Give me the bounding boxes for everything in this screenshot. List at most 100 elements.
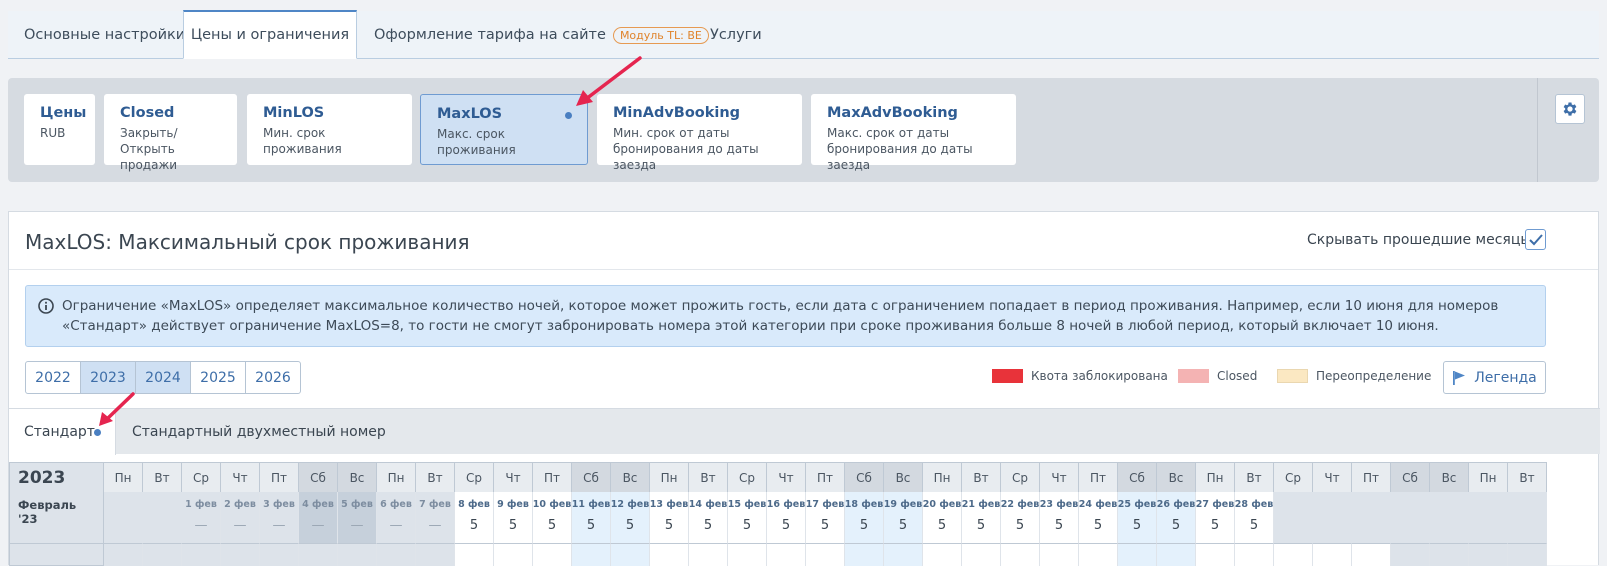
year-button-2026[interactable]: 2026 [245, 361, 301, 394]
calendar-grid: 2023 Пн Вт Ср Чт Пт Сб Вс Пн Вт Ср Чт Пт Сб Вс Пн Вт Ср Ч… [9, 462, 1547, 566]
calendar-day-cell[interactable]: 7 фев — [416, 492, 455, 544]
weekday-header-cell: Чт [1040, 463, 1079, 493]
calendar-day-cell[interactable]: 23 фев 5 [1040, 492, 1079, 544]
day-date: 28 фев [1234, 499, 1274, 510]
calendar-day-cell[interactable]: 4 фев — [299, 492, 338, 544]
calendar-day-cell[interactable]: 10 фев 5 [533, 492, 572, 544]
hide-past-months-checkbox[interactable] [1525, 229, 1546, 250]
weekday-header-cell: Пт [260, 463, 299, 493]
calendar-day-cell[interactable]: 16 фев 5 [767, 492, 806, 544]
weekday-header-cell: Пт [533, 463, 572, 493]
legend-button[interactable]: Легенда [1443, 361, 1546, 394]
day-date: 5 фев [341, 499, 373, 510]
day-value: 5 [664, 518, 674, 533]
calendar-cell [182, 544, 221, 566]
room-tab-standard-double[interactable]: Стандартный двухместный номер [132, 409, 386, 455]
year-selector: 2022 2023 2024 2025 2026 [25, 361, 301, 394]
weekday-header-cell: Ср [1274, 463, 1313, 493]
day-date: 10 фев [532, 499, 572, 510]
weekday-header-cell: Пт [1352, 463, 1391, 493]
calendar-day-cell[interactable]: 12 фев 5 [611, 492, 650, 544]
weekday-header-cell: Пн [650, 463, 689, 493]
tab-services[interactable]: Услуги [710, 11, 762, 59]
day-value: 5 [469, 518, 479, 533]
calendar-day-cell[interactable]: 3 фев — [260, 492, 299, 544]
year-button-2022[interactable]: 2022 [25, 361, 81, 394]
calendar-day-cell[interactable]: 11 фев 5 [572, 492, 611, 544]
day-value: 5 [781, 518, 791, 533]
restriction-card-minadvbooking[interactable]: MinAdvBooking Мин. срок от даты брониров… [597, 94, 802, 172]
calendar-day-cell[interactable]: 26 фев 5 [1157, 492, 1196, 544]
calendar-day-cell[interactable]: 25 фев 5 [1118, 492, 1157, 544]
day-value: — [233, 518, 247, 533]
calendar-day-cell[interactable]: 22 фев 5 [1001, 492, 1040, 544]
day-date: 2 фев [224, 499, 256, 510]
calendar-day-cell[interactable]: 21 фев 5 [962, 492, 1001, 544]
restriction-title: MaxLOS [437, 106, 503, 122]
weekday-header-cell: Вт [143, 463, 182, 493]
day-value: 5 [937, 518, 947, 533]
day-value: 5 [742, 518, 752, 533]
room-tab-standard[interactable]: Стандарт [9, 409, 116, 455]
next-month-row [9, 544, 1547, 566]
weekday-header-cell: Ср [1001, 463, 1040, 493]
calendar-day-cell[interactable]: 14 фев 5 [689, 492, 728, 544]
calendar-day-cell[interactable]: 5 фев — [338, 492, 377, 544]
calendar-cell [416, 544, 455, 566]
day-value: 5 [547, 518, 557, 533]
day-date: 14 фев [688, 499, 728, 510]
restriction-card-maxadvbooking[interactable]: MaxAdvBooking Макс. срок от даты брониро… [811, 94, 1016, 172]
restriction-card-minlos[interactable]: MinLOS Мин. срок проживания [247, 94, 412, 165]
tab-main-settings[interactable]: Основные настройки [24, 11, 185, 59]
calendar-cell [1430, 544, 1469, 566]
restriction-desc: RUB [40, 126, 66, 140]
year-button-2023[interactable]: 2023 [80, 361, 136, 394]
calendar-cell [806, 544, 845, 566]
calendar-cell [1469, 544, 1508, 566]
day-date: 20 фев [922, 499, 962, 510]
calendar-day-cell[interactable]: 1 фев — [182, 492, 221, 544]
calendar-cell [1118, 544, 1157, 566]
settings-button[interactable] [1555, 94, 1585, 124]
day-value: 5 [508, 518, 518, 533]
weekday-header-cell: Пн [1196, 463, 1235, 493]
calendar-day-cell[interactable]: 18 фев 5 [845, 492, 884, 544]
legend-label: Переопределение [1316, 369, 1432, 383]
calendar-day-cell[interactable]: 27 фев 5 [1196, 492, 1235, 544]
restriction-card-closed[interactable]: Closed Закрыть/Открыть продажи [104, 94, 237, 172]
calendar-cell [260, 544, 299, 566]
restriction-card-maxlos[interactable]: MaxLOS Макс. срок проживания [420, 94, 588, 165]
calendar-day-cell[interactable]: 8 фев 5 [455, 492, 494, 544]
restriction-type-panel: Цены RUB Closed Закрыть/Открыть продажи … [8, 78, 1599, 182]
info-icon [38, 298, 54, 314]
calendar-cell [494, 544, 533, 566]
calendar-day-cell[interactable]: 15 фев 5 [728, 492, 767, 544]
calendar-day-cell[interactable]: 13 фев 5 [650, 492, 689, 544]
tab-prices-restrictions[interactable]: Цены и ограничения [183, 10, 357, 59]
day-date: 9 фев [497, 499, 529, 510]
year-button-2025[interactable]: 2025 [190, 361, 246, 394]
weekday-header-cell: Вт [689, 463, 728, 493]
weekday-header-cell: Вс [884, 463, 923, 493]
info-box: Ограничение «MaxLOS» определяет максимал… [25, 285, 1546, 347]
restriction-card-prices[interactable]: Цены RUB [24, 94, 95, 165]
calendar-day-cell[interactable]: 19 фев 5 [884, 492, 923, 544]
calendar-day-cell[interactable]: 28 фев 5 [1235, 492, 1274, 544]
weekday-header-cell: Ср [728, 463, 767, 493]
tab-rate-design[interactable]: Оформление тарифа на сайте Модуль TL: BE [374, 11, 709, 59]
day-date: 15 фев [727, 499, 767, 510]
day-date: 7 фев [419, 499, 451, 510]
calendar-empty-cell [143, 492, 182, 544]
calendar-day-cell[interactable]: 24 фев 5 [1079, 492, 1118, 544]
calendar-day-cell[interactable]: 20 фев 5 [923, 492, 962, 544]
calendar-day-cell[interactable]: 9 фев 5 [494, 492, 533, 544]
calendar-day-cell[interactable]: 2 фев — [221, 492, 260, 544]
day-date: 16 фев [766, 499, 806, 510]
calendar-cell [1079, 544, 1118, 566]
calendar-day-cell[interactable]: 6 фев — [377, 492, 416, 544]
calendar-day-cell[interactable]: 17 фев 5 [806, 492, 845, 544]
legend-item-override: Переопределение [1277, 369, 1431, 383]
year-button-2024[interactable]: 2024 [135, 361, 191, 394]
room-type-tabs: Стандарт Стандартный двухместный номер [9, 408, 1600, 455]
day-value: 5 [1015, 518, 1025, 533]
